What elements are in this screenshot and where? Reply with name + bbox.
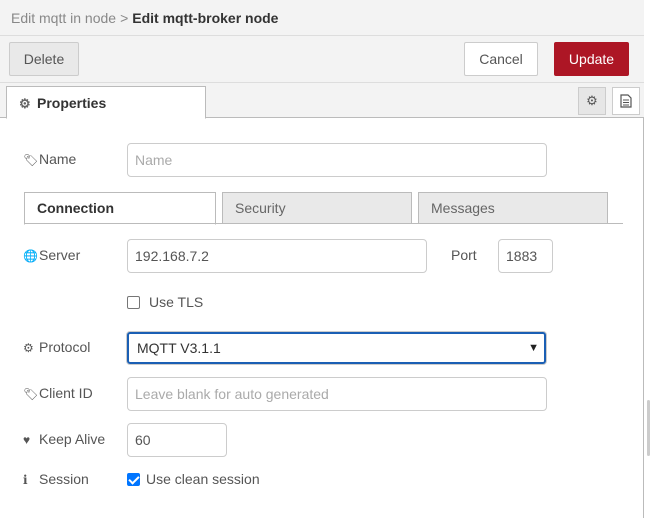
breadcrumb-parent[interactable]: Edit mqtt in node — [11, 10, 116, 26]
server-label: 🌐Server — [23, 247, 80, 263]
keep-alive-input[interactable] — [127, 423, 227, 457]
clean-session-checkbox[interactable] — [127, 473, 140, 486]
port-label: Port — [451, 247, 477, 263]
client-id-label: 🏷Client ID — [23, 385, 93, 401]
client-id-label-text: Client ID — [39, 385, 93, 401]
subtab-security[interactable]: Security — [222, 192, 412, 224]
edit-tray: Edit mqtt in node > Edit mqtt-broker node … — [0, 0, 644, 518]
keep-alive-label: ♥ Keep Alive — [23, 431, 105, 447]
protocol-label-text: Protocol — [39, 339, 91, 355]
document-icon — [620, 94, 632, 108]
session-label: i Session — [23, 471, 89, 487]
session-label-text: Session — [39, 471, 89, 487]
protocol-select[interactable]: MQTT V3.1.1 ▼ — [127, 332, 546, 364]
update-button[interactable]: Update — [554, 42, 629, 76]
tag-icon: 🏷 — [23, 153, 39, 167]
clean-session-label: Use clean session — [146, 471, 260, 487]
info-icon: i — [23, 473, 28, 487]
scrollbar[interactable] — [644, 0, 653, 518]
use-tls-checkbox[interactable] — [127, 296, 140, 309]
server-label-text: Server — [39, 247, 81, 263]
gear-icon: ⚙ — [23, 341, 34, 355]
protocol-label: ⚙ Protocol — [23, 339, 90, 355]
client-id-input[interactable] — [127, 377, 547, 411]
scrollbar-thumb[interactable] — [647, 400, 650, 456]
name-label: 🏷Name — [23, 151, 76, 167]
subtab-messages[interactable]: Messages — [418, 192, 608, 224]
port-input[interactable] — [498, 239, 553, 273]
breadcrumb-separator: > — [120, 10, 129, 26]
subtab-connection[interactable]: Connection — [24, 192, 216, 225]
gear-icon: ⚙ — [586, 93, 598, 108]
name-label-text: Name — [39, 151, 77, 167]
gear-icon: ⚙ — [19, 96, 31, 111]
server-input[interactable] — [127, 239, 427, 273]
name-input[interactable] — [127, 143, 547, 177]
settings-tab-button[interactable]: ⚙ — [578, 87, 606, 115]
description-tab-button[interactable] — [612, 87, 640, 115]
tray-toolbar: Delete Cancel Update — [0, 36, 644, 83]
tab-properties-label: Properties — [37, 95, 107, 111]
tray-header: Edit mqtt in node > Edit mqtt-broker node — [0, 0, 644, 36]
chevron-down-icon: ▼ — [528, 342, 539, 354]
cancel-button[interactable]: Cancel — [464, 42, 538, 76]
tray-tabbar: ⚙ Properties ⚙ — [0, 83, 644, 119]
keep-alive-label-text: Keep Alive — [39, 431, 106, 447]
breadcrumb-current: Edit mqtt-broker node — [132, 10, 279, 26]
protocol-select-value: MQTT V3.1.1 — [137, 340, 221, 356]
tag-icon: 🏷 — [23, 387, 39, 401]
heartbeat-icon: ♥ — [23, 433, 31, 447]
globe-icon: 🌐 — [23, 249, 38, 263]
subtab-divider — [24, 223, 623, 224]
use-tls-label: Use TLS — [149, 294, 204, 310]
delete-button[interactable]: Delete — [9, 42, 79, 76]
tab-properties[interactable]: ⚙ Properties — [6, 86, 206, 119]
breadcrumb: Edit mqtt in node > Edit mqtt-broker node — [11, 10, 278, 26]
